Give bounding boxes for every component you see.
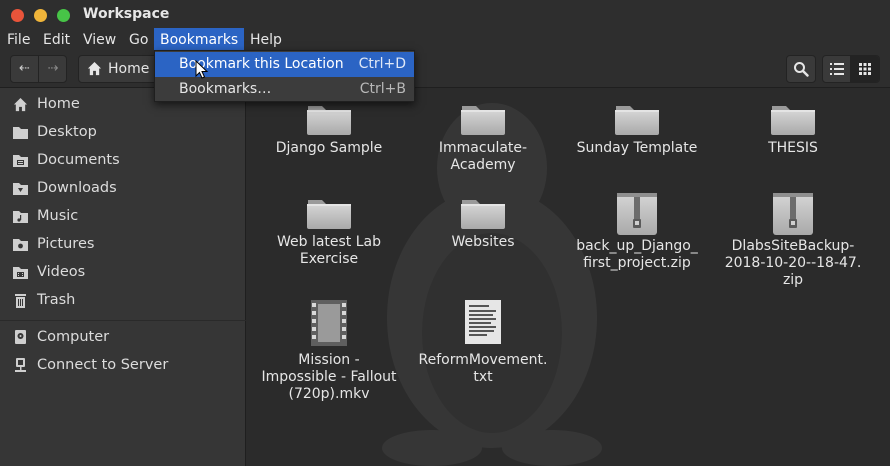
folder-icon — [460, 100, 506, 136]
sidebar-item-label: Connect to Server — [37, 357, 169, 373]
folder-icon — [770, 100, 816, 136]
folder-icon — [306, 100, 352, 136]
menu-bar: File Edit View Go Bookmarks Help — [0, 28, 890, 52]
file-item-folder[interactable]: THESIS — [718, 100, 868, 157]
file-name: ReformMovement. txt — [418, 352, 548, 385]
window-title: Workspace — [83, 6, 170, 22]
forward-arrow-icon: ⇢ — [47, 61, 59, 76]
file-item-folder[interactable]: Websites — [408, 194, 558, 251]
sidebar-item-label: Computer — [37, 329, 110, 345]
path-label: Home — [108, 61, 150, 77]
back-button[interactable]: ⇠ — [11, 56, 39, 82]
bookmarks-menu-dropdown: Bookmark this Location Ctrl+D Bookmarks…… — [154, 50, 415, 102]
sidebar: Home Desktop Documents Downloads Music P… — [0, 88, 246, 466]
home-icon — [87, 61, 102, 76]
menu-item-bookmarks[interactable]: Bookmarks… Ctrl+B — [155, 77, 414, 102]
menu-bookmarks[interactable]: Bookmarks — [154, 28, 245, 52]
sidebar-item-label: Trash — [37, 292, 76, 308]
folder-icon — [13, 127, 28, 139]
list-view-icon — [830, 63, 844, 75]
file-item-text[interactable]: ReformMovement. txt — [408, 300, 558, 386]
trash-icon — [15, 294, 26, 308]
toolbar: ⇠ ⇢ Home — [0, 52, 890, 88]
file-name: Django Sample — [275, 140, 383, 156]
sidebar-item-computer[interactable]: Computer — [0, 323, 246, 351]
documents-folder-icon — [13, 155, 28, 167]
zip-archive-icon — [616, 192, 658, 236]
menu-view[interactable]: View — [77, 28, 122, 52]
menu-edit[interactable]: Edit — [37, 28, 76, 52]
file-name: Websites — [451, 234, 515, 250]
file-name: DlabsSiteBackup- 2018-10-20--18-47. zip — [724, 238, 862, 288]
file-name: Immaculate- Academy — [438, 140, 528, 173]
computer-icon — [15, 330, 26, 344]
sidebar-item-label: Desktop — [37, 124, 97, 140]
sidebar-item-pictures[interactable]: Pictures — [0, 230, 246, 258]
server-icon — [15, 358, 26, 372]
file-name: Mission - Impossible - Fallout (720p).mkv — [261, 352, 397, 402]
grid-view-icon — [859, 63, 871, 75]
videos-folder-icon — [13, 267, 28, 279]
sidebar-item-trash[interactable]: Trash — [0, 286, 246, 314]
title-bar: Workspace — [0, 0, 890, 30]
sidebar-item-label: Documents — [37, 152, 120, 168]
file-name: back_up_Django_ first_project.zip — [576, 238, 698, 271]
sidebar-item-desktop[interactable]: Desktop — [0, 118, 246, 146]
sidebar-item-music[interactable]: Music — [0, 202, 246, 230]
folder-icon — [306, 194, 352, 230]
menu-item-shortcut: Ctrl+B — [359, 81, 406, 97]
maximize-window-button[interactable] — [57, 9, 70, 22]
video-file-icon — [311, 300, 347, 346]
navigation-buttons: ⇠ ⇢ — [10, 55, 67, 83]
view-mode-buttons — [822, 55, 880, 83]
home-icon — [13, 97, 28, 112]
search-button[interactable] — [786, 55, 816, 83]
menu-item-shortcut: Ctrl+D — [358, 56, 406, 72]
file-item-folder[interactable]: Web latest Lab Exercise — [254, 194, 404, 268]
sidebar-item-label: Music — [37, 208, 79, 224]
sidebar-item-videos[interactable]: Videos — [0, 258, 246, 286]
file-item-folder[interactable]: Django Sample — [254, 100, 404, 157]
sidebar-item-label: Pictures — [37, 236, 95, 252]
file-name: Web latest Lab Exercise — [276, 234, 382, 267]
menu-item-bookmark-this-location[interactable]: Bookmark this Location Ctrl+D — [155, 52, 414, 77]
file-view: Django Sample Immaculate- Academy Sunday … — [247, 88, 890, 466]
zip-archive-icon — [772, 192, 814, 236]
sidebar-item-label: Downloads — [37, 180, 117, 196]
file-item-zip[interactable]: DlabsSiteBackup- 2018-10-20--18-47. zip — [718, 192, 868, 289]
file-item-video[interactable]: Mission - Impossible - Fallout (720p).mkv — [254, 300, 404, 403]
mouse-pointer-icon — [195, 60, 209, 79]
file-item-zip[interactable]: back_up_Django_ first_project.zip — [562, 192, 712, 272]
menu-item-label: Bookmarks… — [179, 81, 272, 97]
file-name: THESIS — [768, 140, 818, 156]
sidebar-item-downloads[interactable]: Downloads — [0, 174, 246, 202]
sidebar-divider — [0, 320, 246, 321]
file-item-folder[interactable]: Immaculate- Academy — [408, 100, 558, 174]
menu-file[interactable]: File — [1, 28, 36, 52]
pictures-folder-icon — [13, 239, 28, 251]
downloads-folder-icon — [13, 183, 28, 195]
music-folder-icon — [13, 211, 28, 223]
minimize-window-button[interactable] — [34, 9, 47, 22]
sidebar-item-documents[interactable]: Documents — [0, 146, 246, 174]
sidebar-item-label: Home — [37, 96, 80, 112]
menu-help[interactable]: Help — [244, 28, 288, 52]
file-item-folder[interactable]: Sunday Template — [562, 100, 712, 157]
search-icon — [794, 62, 809, 77]
path-home-button[interactable]: Home — [78, 55, 160, 83]
grid-view-button[interactable] — [851, 56, 879, 82]
sidebar-item-label: Videos — [37, 264, 86, 280]
back-arrow-icon: ⇠ — [19, 61, 30, 76]
text-file-icon — [465, 300, 501, 344]
list-view-button[interactable] — [823, 56, 851, 82]
sidebar-item-connect-to-server[interactable]: Connect to Server — [0, 351, 246, 379]
forward-button[interactable]: ⇢ — [39, 56, 67, 82]
file-name: Sunday Template — [576, 140, 698, 156]
folder-icon — [614, 100, 660, 136]
folder-icon — [460, 194, 506, 230]
menu-go[interactable]: Go — [123, 28, 154, 52]
close-window-button[interactable] — [11, 9, 24, 22]
